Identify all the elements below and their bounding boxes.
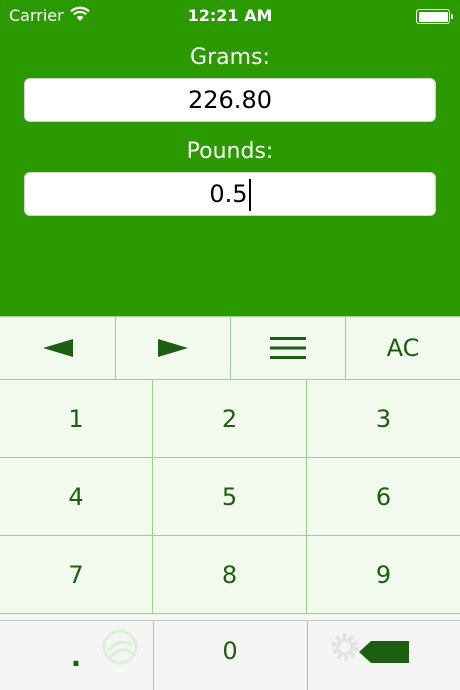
- clear-label: AC: [386, 334, 420, 362]
- pounds-field[interactable]: 0.5: [24, 172, 436, 216]
- key-1[interactable]: 1: [0, 380, 153, 458]
- key-9-label: 9: [375, 560, 392, 589]
- decimal-label: .: [70, 639, 82, 673]
- grams-label: Grams:: [190, 45, 270, 70]
- text-caret: [248, 179, 251, 211]
- grams-field[interactable]: 226.80: [24, 78, 436, 122]
- key-8-label: 8: [221, 560, 238, 589]
- backspace-key[interactable]: [358, 621, 410, 683]
- clear-key[interactable]: AC: [346, 317, 460, 380]
- key-4[interactable]: 4: [0, 458, 153, 536]
- key-2-label: 2: [221, 404, 238, 433]
- status-bar: Carrier 12:21 AM: [0, 0, 460, 32]
- key-4-label: 4: [68, 482, 84, 511]
- key-1-label: 1: [68, 404, 84, 433]
- key-6[interactable]: 6: [307, 458, 460, 536]
- right-arrow-key[interactable]: [116, 317, 231, 380]
- key-3[interactable]: 3: [307, 380, 460, 458]
- pounds-label: Pounds:: [186, 139, 274, 164]
- key-6-label: 6: [375, 482, 392, 511]
- key-divider: [307, 621, 308, 690]
- battery-icon: [416, 9, 453, 24]
- backspace-icon: [359, 641, 409, 663]
- left-arrow-icon: [42, 339, 73, 357]
- key-3-label: 3: [375, 404, 392, 433]
- key-2[interactable]: 2: [153, 380, 307, 458]
- key-7-label: 7: [68, 560, 84, 589]
- status-time: 12:21 AM: [187, 6, 273, 25]
- menu-key[interactable]: [231, 317, 346, 380]
- converter-tab-icon: [102, 629, 138, 665]
- key-5[interactable]: 5: [153, 458, 307, 536]
- tab-bar: . 0: [0, 620, 460, 690]
- left-arrow-key[interactable]: [0, 317, 116, 380]
- key-0-label: 0: [222, 637, 238, 665]
- key-7[interactable]: 7: [0, 536, 153, 614]
- key-8[interactable]: 8: [153, 536, 307, 614]
- menu-icon: [270, 337, 306, 359]
- key-0[interactable]: 0: [153, 621, 307, 681]
- pounds-value: 0.5: [209, 180, 248, 208]
- right-arrow-icon: [158, 339, 188, 357]
- key-5-label: 5: [221, 482, 238, 511]
- key-9[interactable]: 9: [307, 536, 460, 614]
- decimal-key[interactable]: .: [56, 621, 96, 690]
- grams-value: 226.80: [188, 86, 272, 114]
